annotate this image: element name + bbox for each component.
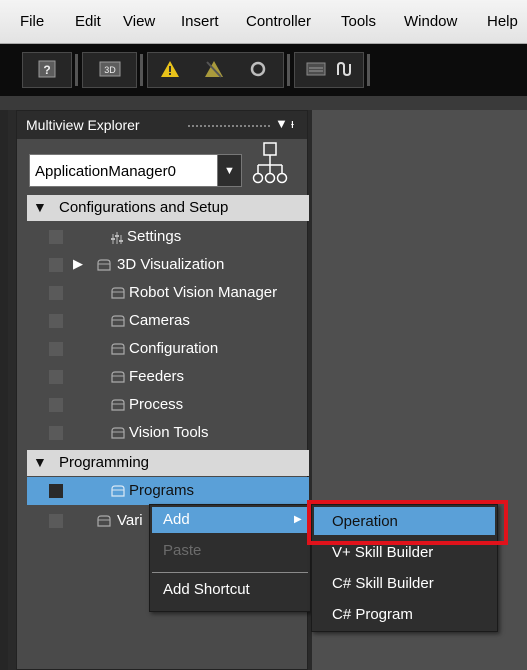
section-configurations-and-setup[interactable]: ▼ Configurations and Setup bbox=[27, 195, 309, 221]
hierarchy-icon[interactable] bbox=[252, 141, 288, 190]
settings-icon bbox=[111, 230, 123, 244]
tree-item-label: Programs bbox=[129, 482, 195, 499]
help-icon[interactable]: ? bbox=[37, 59, 57, 79]
tree-item-vision-tools[interactable]: Vision Tools bbox=[27, 419, 309, 447]
tree-item-process[interactable]: Process bbox=[27, 391, 309, 419]
folder-icon bbox=[111, 287, 125, 299]
3d-icon[interactable]: 3D bbox=[99, 59, 121, 79]
toolbar-bottom-strip bbox=[0, 96, 527, 110]
tree-item-label: Settings bbox=[127, 228, 182, 245]
submenu-vplus-skill-builder[interactable]: V+ Skill Builder bbox=[332, 544, 433, 561]
folder-icon bbox=[111, 343, 125, 355]
toolbar-separator bbox=[287, 54, 290, 86]
folder-icon bbox=[111, 485, 125, 497]
status-square bbox=[49, 342, 63, 356]
submenu-csharp-skill-builder[interactable]: C# Skill Builder bbox=[332, 575, 434, 592]
tree-item-settings[interactable]: Settings bbox=[27, 223, 309, 251]
warning-off-icon[interactable] bbox=[204, 59, 224, 79]
left-edge bbox=[0, 110, 8, 670]
folder-icon bbox=[111, 315, 125, 327]
folder-icon bbox=[97, 515, 111, 527]
panel-header: Multiview Explorer ▼ ᵻ bbox=[17, 111, 307, 139]
section-label: Programming bbox=[59, 454, 150, 471]
expand-arrow-icon[interactable]: ▼ bbox=[33, 454, 47, 470]
menu-view[interactable]: View bbox=[123, 13, 155, 30]
status-square bbox=[49, 258, 63, 272]
panel-menu-icon[interactable]: ▼ bbox=[275, 116, 288, 131]
submenu-csharp-program[interactable]: C# Program bbox=[332, 606, 413, 623]
folder-icon bbox=[97, 259, 111, 271]
context-menu-add[interactable]: Add bbox=[163, 511, 190, 528]
menu-tools[interactable]: Tools bbox=[341, 13, 376, 30]
submenu-arrow-icon: ▶ bbox=[294, 514, 302, 525]
chevron-down-icon[interactable]: ▼ bbox=[217, 155, 241, 186]
route-icon[interactable] bbox=[334, 59, 354, 79]
status-square bbox=[49, 286, 63, 300]
toolbar: ? 3D bbox=[0, 44, 527, 96]
status-square bbox=[49, 426, 63, 440]
signal-icon[interactable] bbox=[306, 59, 326, 79]
tree-item-label: Cameras bbox=[129, 312, 190, 329]
tree-item-label: Vision Tools bbox=[129, 424, 209, 441]
application-manager-select[interactable]: ApplicationManager0 ▼ bbox=[29, 154, 242, 187]
menu-window[interactable]: Window bbox=[404, 13, 457, 30]
menu-controller[interactable]: Controller bbox=[246, 13, 311, 30]
warning-icon[interactable] bbox=[160, 59, 180, 79]
tree-item-robot-vision-manager[interactable]: Robot Vision Manager bbox=[27, 279, 309, 307]
toolbar-separator bbox=[367, 54, 370, 86]
folder-icon bbox=[111, 371, 125, 383]
menu-insert[interactable]: Insert bbox=[181, 13, 219, 30]
menu-separator bbox=[152, 572, 308, 573]
status-square bbox=[49, 230, 63, 244]
status-square bbox=[49, 370, 63, 384]
tree-item-configuration[interactable]: Configuration bbox=[27, 335, 309, 363]
section-programming[interactable]: ▼ Programming bbox=[27, 450, 309, 476]
expand-arrow-icon[interactable]: ▶ bbox=[73, 256, 83, 272]
folder-icon bbox=[111, 427, 125, 439]
section-label: Configurations and Setup bbox=[59, 199, 229, 216]
pin-icon[interactable]: ᵻ bbox=[291, 116, 294, 131]
folder-icon bbox=[111, 399, 125, 411]
help-icon-label: ? bbox=[43, 63, 50, 77]
menu-edit[interactable]: Edit bbox=[75, 13, 101, 30]
tree-item-3d-visualization[interactable]: ▶ 3D Visualization bbox=[27, 251, 309, 279]
panel-title: Multiview Explorer bbox=[26, 117, 140, 133]
menu-file[interactable]: File bbox=[20, 13, 44, 30]
tree-item-feeders[interactable]: Feeders bbox=[27, 363, 309, 391]
status-square bbox=[49, 398, 63, 412]
context-menu: Add ▶ Paste Add Shortcut bbox=[149, 504, 311, 612]
3d-icon-label: 3D bbox=[104, 65, 116, 75]
tree-item-label: Vari bbox=[117, 512, 143, 529]
tree-item-programs[interactable]: Programs bbox=[27, 477, 309, 505]
tree-item-cameras[interactable]: Cameras bbox=[27, 307, 309, 335]
refresh-icon[interactable] bbox=[248, 59, 268, 79]
tree-item-label: Process bbox=[129, 396, 184, 413]
tree-item-label: Configuration bbox=[129, 340, 219, 357]
expand-arrow-icon[interactable]: ▼ bbox=[33, 199, 47, 215]
context-menu-add-shortcut[interactable]: Add Shortcut bbox=[163, 581, 250, 598]
application-manager-value: ApplicationManager0 bbox=[35, 163, 176, 180]
toolbar-separator bbox=[75, 54, 78, 86]
context-menu-paste[interactable]: Paste bbox=[163, 542, 201, 559]
status-square bbox=[49, 484, 63, 498]
toolbar-separator bbox=[140, 54, 143, 86]
tree-item-label: 3D Visualization bbox=[117, 256, 225, 273]
tree-item-label: Robot Vision Manager bbox=[129, 284, 278, 301]
tree-item-label: Feeders bbox=[129, 368, 185, 385]
status-square bbox=[49, 514, 63, 528]
menu-bar: File Edit View Insert Controller Tools W… bbox=[0, 0, 527, 44]
annotation-highlight-box bbox=[307, 500, 508, 545]
status-square bbox=[49, 314, 63, 328]
menu-help[interactable]: Help bbox=[487, 13, 518, 30]
drag-handle[interactable] bbox=[187, 124, 271, 128]
